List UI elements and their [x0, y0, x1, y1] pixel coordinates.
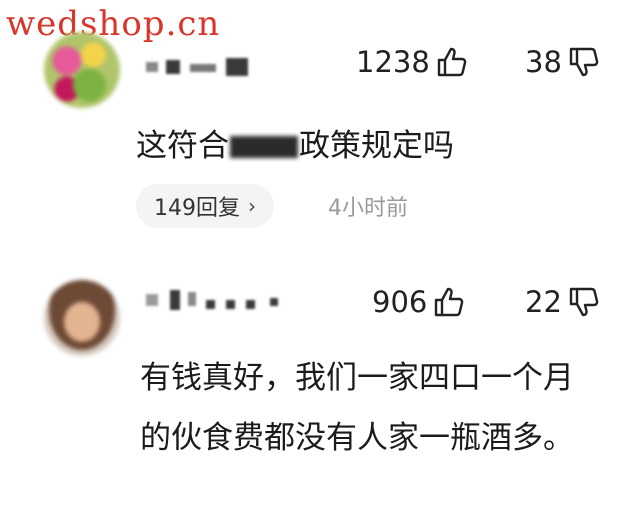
avatar[interactable] — [44, 32, 120, 108]
dislike-count: 38 — [525, 45, 562, 79]
replies-label: 149回复 — [154, 196, 240, 221]
dislike-button[interactable]: 38 — [525, 42, 600, 82]
avatar[interactable] — [44, 280, 120, 356]
thumbs-up-icon — [433, 286, 465, 318]
thumbs-down-icon — [568, 286, 600, 318]
comment-text: 这符合 政策规定吗 — [136, 128, 454, 164]
chevron-right-icon: › — [248, 194, 256, 218]
thumbs-down-icon — [568, 46, 600, 78]
comment-text: 有钱真好，我们一家四口一个月的伙食费都没有人家一瓶酒多。 — [140, 360, 574, 456]
thumbs-up-icon — [436, 46, 468, 78]
dislike-count: 22 — [525, 285, 562, 319]
like-button[interactable]: 1238 — [356, 42, 468, 82]
redacted-text — [230, 136, 298, 158]
like-count: 906 — [372, 285, 428, 319]
replies-button[interactable]: 149回复 › — [136, 184, 274, 228]
comment-item: 906 22 有钱真好，我们一家四口一个月的伙食费都没有人家一瓶酒多。 — [0, 270, 640, 529]
like-count: 1238 — [356, 45, 430, 79]
timestamp: 4小时前 — [328, 196, 408, 221]
like-button[interactable]: 906 — [372, 282, 465, 322]
dislike-button[interactable]: 22 — [525, 282, 600, 322]
comment-item: 1238 38 这符合 政策规定吗 149回复 › 4小时前 — [0, 22, 640, 250]
